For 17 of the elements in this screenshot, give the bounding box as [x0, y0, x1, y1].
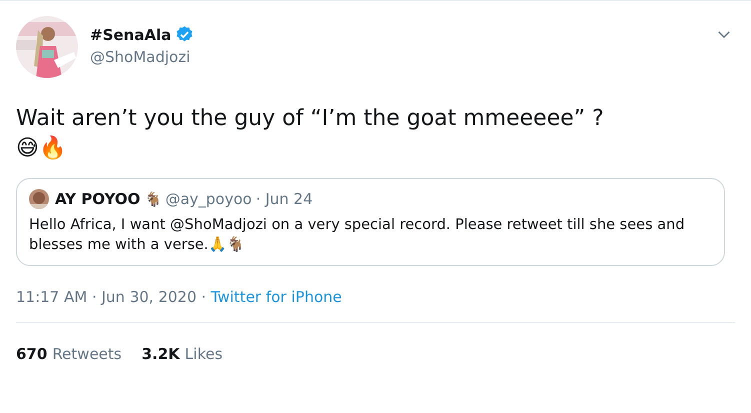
tweet-text: Wait aren’t you the guy of “I’m the goat mmeeeee” ? — [16, 105, 605, 133]
chevron-down-icon[interactable] — [717, 30, 731, 39]
quoted-date: · Jun 24 — [256, 190, 313, 208]
stat-label[interactable]: Retweets — [52, 345, 122, 363]
author-name[interactable]: #SenaAla — [90, 26, 172, 44]
tweet-timestamp[interactable]: 11:17 AM · Jun 30, 2020 · — [16, 288, 211, 306]
quoted-author-name: AY POYOO — [55, 190, 140, 208]
stat-count: 670 — [16, 345, 48, 363]
quoted-text: Hello Africa, I want @ShoMadjozi on a very special record. Please retweet till she sees and blesses me with a verse.🙏🐐 — [29, 216, 686, 255]
source-link[interactable]: Twitter for iPhone — [210, 288, 342, 306]
quoted-author-handle: @ay_poyoo — [165, 190, 252, 208]
tweet-emoji: 😅🔥 — [16, 134, 67, 163]
stat-count: 3.2K — [142, 345, 180, 363]
author-handle[interactable]: @ShoMadjozi — [90, 48, 194, 66]
quoted-tweet-card[interactable]: AY POYOO 🐐 @ay_poyoo · Jun 24 Hello Africa, I want @ShoMadjozi on a very special record. Please retweet till she sees and blesses me with a verse.🙏🐐 — [16, 178, 725, 266]
stat-label[interactable]: Likes — [184, 345, 223, 363]
name-emoji: 🐐 — [144, 190, 162, 208]
